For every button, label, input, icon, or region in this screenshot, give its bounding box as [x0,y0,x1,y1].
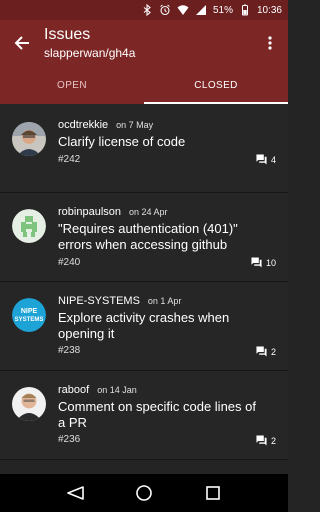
tab-open[interactable]: OPEN [0,66,144,104]
issue-date: on 24 Apr [129,207,168,217]
raboof-avatar [12,387,46,421]
nipe-avatar-text-2: SYSTEMS [15,317,44,323]
alarm-icon [159,4,171,16]
recents-nav-icon [206,486,221,500]
app-bar: Issues slapperwan/gh4a [0,20,288,66]
back-button[interactable] [0,20,44,66]
overflow-menu-button[interactable] [252,20,288,66]
issue-item[interactable]: NIPE SYSTEMS NIPE-SYSTEMS on 1 Apr Explor… [0,282,288,371]
wifi-icon [177,4,189,16]
issue-author: ocdtrekkie [58,119,109,131]
tab-bar: OPEN CLOSED [0,66,288,104]
ocdtrekkie-avatar [12,122,46,156]
nipe-avatar-text-1: NIPE [21,308,38,315]
comment-count: 2 [256,435,276,446]
issue-title: Explore activity crashes when opening it [58,310,230,341]
page-title: Issues [44,26,91,43]
nipe-systems-avatar: NIPE SYSTEMS [12,298,46,332]
issue-item[interactable]: robinpaulson on 24 Apr "Requires authent… [0,193,288,282]
issue-date: on 7 May [116,120,154,130]
comments-icon [256,154,267,165]
signal-icon [195,4,207,16]
issue-number: #236 [58,434,81,445]
status-bar: 51% 10:36 [0,0,288,25]
battery-icon [239,4,251,16]
more-vert-icon [268,36,272,50]
back-nav-icon [66,486,84,500]
bluetooth-icon [141,4,153,16]
nav-back-button[interactable] [61,479,89,507]
comment-count: 2 [256,346,276,357]
comments-icon [256,435,267,446]
issue-title: Comment on specific code lines of a PR [58,399,256,430]
battery-percent: 51% [212,4,233,16]
repo-subtitle: slapperwan/gh4a [44,46,136,60]
clock: 10:36 [256,4,282,16]
issue-number: #242 [58,154,81,165]
comment-count: 10 [251,257,276,268]
issue-date: on 1 Apr [147,296,182,306]
robinpaulson-avatar [12,209,46,243]
issue-number: #240 [58,257,81,268]
issue-author: robinpaulson [58,206,121,218]
issue-author: raboof [58,384,90,396]
issue-title: Clarify license of code [58,134,186,149]
tab-closed[interactable]: CLOSED [144,66,288,104]
issue-date: on 14 Jan [97,385,137,395]
arrow-back-icon [14,36,29,50]
system-nav-bar [0,474,288,512]
issue-number: #238 [58,345,81,356]
comments-icon [251,257,262,268]
nav-home-button[interactable] [130,479,158,507]
issue-list: ocdtrekkie on 7 May Clarify license of c… [0,104,288,474]
home-nav-icon [136,485,152,501]
comment-count: 4 [256,154,276,165]
issue-item[interactable]: ocdtrekkie on 7 May Clarify license of c… [0,104,288,193]
comments-icon [256,346,267,357]
issue-item[interactable]: raboof on 14 Jan Comment on specific cod… [0,371,288,460]
issue-title: "Requires authentication (401)" errors w… [58,221,238,252]
nav-recents-button[interactable] [199,479,227,507]
issue-author: NIPE-SYSTEMS [58,295,140,307]
